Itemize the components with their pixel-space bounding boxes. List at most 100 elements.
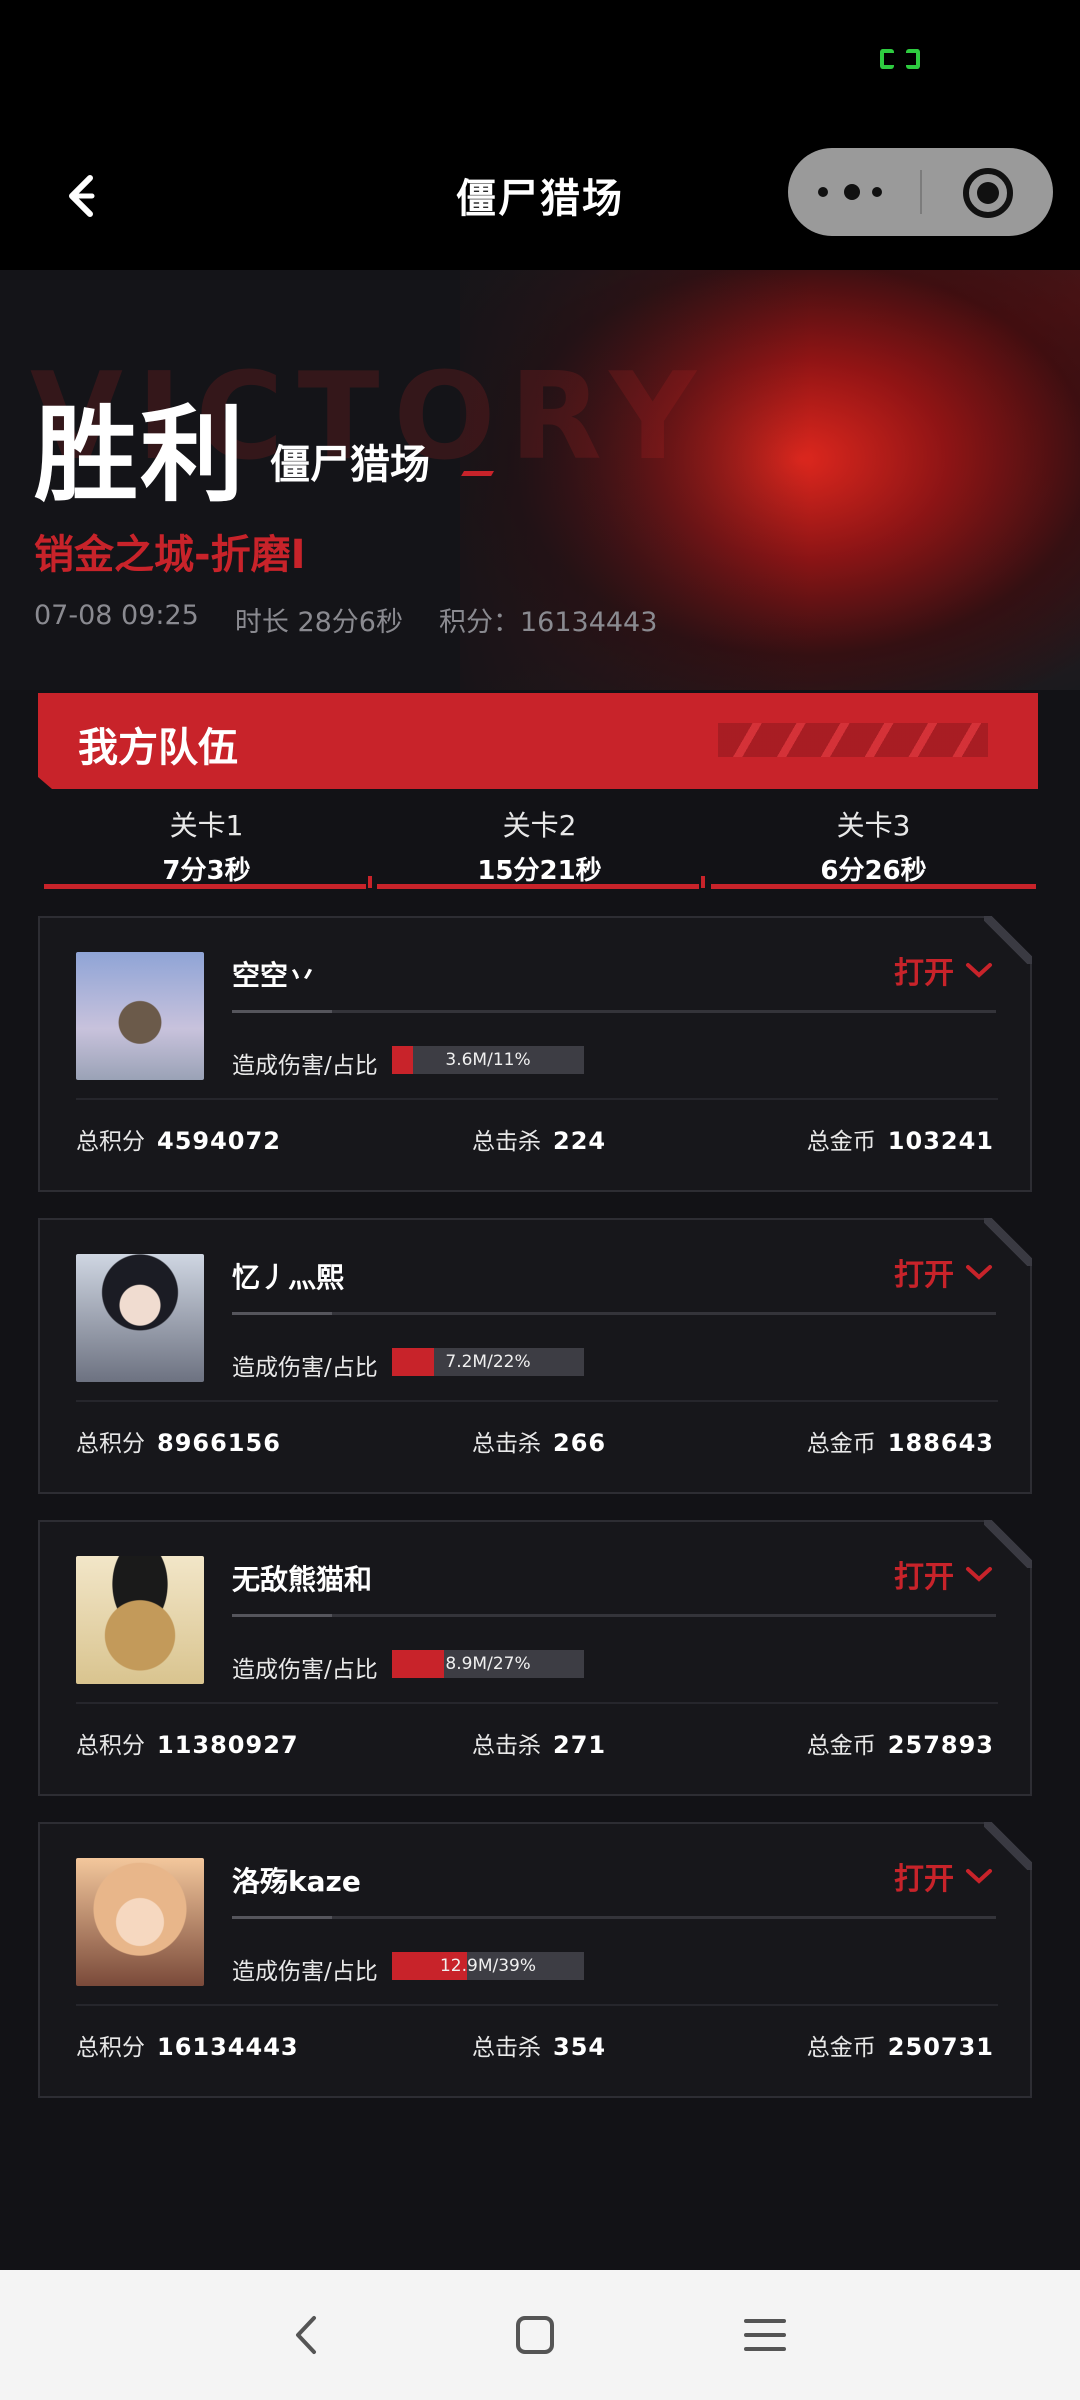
total-kills: 总击杀 271: [472, 1726, 606, 1760]
total-kills-label: 总击杀: [472, 1129, 541, 1155]
total-score-value: 16134443: [157, 2033, 299, 2061]
total-gold-label: 总金币: [806, 1431, 876, 1457]
match-meta: 07-08 09:25 时长 28分6秒 积分：16134443: [34, 600, 657, 639]
square-icon: [516, 2316, 554, 2354]
damage-value: 3.6M/11%: [445, 1050, 531, 1070]
damage-bar: 12.9M/39%: [392, 1952, 584, 1980]
status-bar: [0, 0, 1080, 120]
total-score-label: 总积分: [76, 1129, 145, 1155]
mini-program-capsule: [788, 148, 1053, 236]
player-name: 无敌熊猫和: [232, 1563, 373, 1596]
system-nav-bar: [0, 2270, 1080, 2400]
player-card: 无敌熊猫和 打开 造成伤害/占比 8.9M/27% 总积分 11380927 总击…: [38, 1520, 1032, 1796]
player-name: 空空丷: [232, 959, 317, 992]
stage-item: 关卡3 6分26秒: [711, 804, 1036, 887]
stage-time: 7分3秒: [162, 856, 251, 886]
chevron-down-icon: [966, 963, 992, 978]
stage-name: 关卡1: [169, 809, 244, 842]
system-back-button[interactable]: [282, 2310, 332, 2360]
player-name: 洛殇kaze: [232, 1865, 361, 1898]
stage-progress-line: [44, 884, 366, 889]
battle-result-page: VICTORY 胜利 僵尸猎场 销金之城-折磨I 07-08 09:25 时长 …: [0, 270, 1080, 2270]
damage-label: 造成伤害/占比: [232, 1053, 378, 1079]
expand-label: 打开: [894, 956, 954, 991]
damage-value: 12.9M/39%: [439, 1956, 537, 1976]
total-gold-label: 总金币: [806, 2035, 876, 2061]
damage-value: 8.9M/27%: [445, 1654, 531, 1674]
total-kills-value: 266: [553, 1429, 607, 1457]
status-indicator-icon: [880, 49, 894, 69]
avatar: [76, 952, 204, 1080]
damage-bar: 8.9M/27%: [392, 1650, 584, 1678]
total-kills-value: 271: [553, 1731, 607, 1759]
total-kills-value: 224: [553, 1127, 607, 1155]
stage-separator: [368, 876, 372, 888]
mode-name: 僵尸猎场: [270, 442, 430, 488]
total-gold: 总金币 250731: [807, 2028, 994, 2062]
expand-label: 打开: [894, 1258, 954, 1293]
expand-button[interactable]: 打开: [894, 1250, 994, 1294]
match-datetime: 07-08 09:25: [34, 600, 199, 631]
stage-item: 关卡1 7分3秒: [44, 804, 369, 887]
banner-stripes: [718, 723, 988, 757]
player-card: 忆丿灬熙 打开 造成伤害/占比 7.2M/22% 总积分 8966156 总击杀 2…: [38, 1218, 1032, 1494]
avatar: [76, 1858, 204, 1986]
stage-list: 关卡1 7分3秒 关卡2 15分21秒 关卡3 6分26秒: [44, 804, 1036, 889]
damage-label: 造成伤害/占比: [232, 1959, 378, 1985]
result-title: 胜利: [34, 394, 247, 516]
chevron-left-icon: [296, 2316, 316, 2354]
damage-bar: 3.6M/11%: [392, 1046, 584, 1074]
total-gold-value: 250731: [887, 2033, 994, 2061]
chevron-down-icon: [966, 1869, 992, 1884]
close-target-icon[interactable]: [963, 168, 1013, 218]
total-score-label: 总积分: [76, 1431, 145, 1457]
total-kills: 总击杀 266: [472, 1424, 606, 1458]
damage-value: 7.2M/22%: [445, 1352, 531, 1372]
more-dot-icon: [872, 187, 882, 197]
total-kills-label: 总击杀: [472, 2035, 541, 2061]
status-indicator-icon: [906, 49, 920, 69]
stage-name: 关卡3: [836, 809, 911, 842]
expand-button[interactable]: 打开: [894, 1854, 994, 1898]
stage-time: 6分26秒: [820, 856, 927, 886]
total-score: 总积分 8966156: [76, 1424, 281, 1458]
row-divider: [76, 1702, 998, 1704]
chevron-down-icon: [966, 1265, 992, 1280]
total-kills: 总击杀 354: [472, 2028, 606, 2062]
total-gold-label: 总金币: [806, 1733, 876, 1759]
damage-bar: 7.2M/22%: [392, 1348, 584, 1376]
system-menu-button[interactable]: [740, 2310, 790, 2360]
capsule-divider: [920, 170, 922, 214]
player-card: 洛殇kaze 打开 造成伤害/占比 12.9M/39% 总积分 16134443 …: [38, 1822, 1032, 2098]
match-score: 积分：16134443: [438, 607, 658, 638]
total-gold-value: 103241: [887, 1127, 994, 1155]
stage-progress-line: [711, 884, 1036, 889]
player-card: 空空丷 打开 造成伤害/占比 3.6M/11% 总积分 4594072 总击杀 22…: [38, 916, 1032, 1192]
total-gold-label: 总金币: [806, 1129, 876, 1155]
expand-button[interactable]: 打开: [894, 948, 994, 992]
stage-progress-line: [377, 884, 699, 889]
total-gold: 总金币 257893: [807, 1726, 994, 1760]
total-score: 总积分 16134443: [76, 2028, 299, 2062]
total-kills-label: 总击杀: [472, 1431, 541, 1457]
player-name: 忆丿灬熙: [232, 1261, 345, 1294]
row-divider: [76, 1098, 998, 1100]
total-score-value: 8966156: [157, 1429, 281, 1457]
team-title: 我方队伍: [78, 725, 238, 771]
system-home-button[interactable]: [510, 2310, 560, 2360]
stage-item: 关卡2 15分21秒: [377, 804, 702, 887]
row-divider: [76, 2004, 998, 2006]
total-score: 总积分 11380927: [76, 1726, 299, 1760]
stage-name: 关卡2: [502, 809, 577, 842]
chevron-down-icon: [966, 1567, 992, 1582]
more-button[interactable]: [818, 168, 908, 216]
total-score-label: 总积分: [76, 2035, 145, 2061]
mode-decoration: [461, 466, 497, 476]
row-divider: [76, 1400, 998, 1402]
stage-time: 15分21秒: [477, 856, 602, 886]
total-score-value: 11380927: [157, 1731, 299, 1759]
total-score-label: 总积分: [76, 1733, 145, 1759]
total-score-value: 4594072: [157, 1127, 281, 1155]
level-name: 销金之城-折磨I: [34, 532, 306, 578]
expand-button[interactable]: 打开: [894, 1552, 994, 1596]
